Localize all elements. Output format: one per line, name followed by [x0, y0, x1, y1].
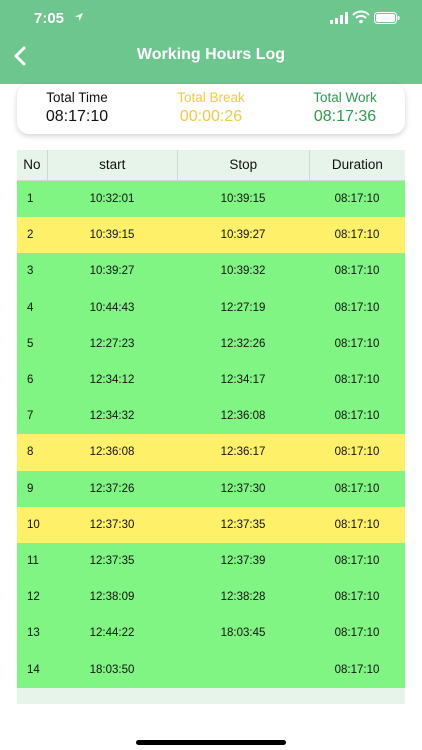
wifi-icon — [352, 10, 370, 24]
row-number: 4 — [27, 301, 34, 314]
row-number: 10 — [27, 518, 40, 531]
app-header: 7:05 Working Hours Log — [0, 0, 422, 84]
row-stop: 12:38:28 — [220, 591, 266, 604]
row-stop: 12:37:39 — [220, 554, 266, 567]
status-time: 7:05 — [34, 10, 65, 27]
row-start: 10:39:15 — [89, 229, 135, 242]
total-time-value: 08:17:10 — [45, 108, 109, 125]
row-start: 12:34:12 — [89, 374, 135, 387]
row-stop: 12:34:17 — [220, 374, 266, 387]
row-number: 13 — [27, 627, 40, 640]
row-number: 5 — [27, 337, 34, 350]
table-row[interactable]: 4 10:44:43 12:27:19 08:17:10 — [17, 289, 405, 326]
row-stop: 12:36:17 — [220, 446, 266, 459]
table-row[interactable]: 14 18:03:50 08:17:10 — [17, 651, 405, 688]
table-row[interactable]: 13 12:44:22 18:03:45 08:17:10 — [17, 615, 405, 652]
row-stop: 18:03:45 — [220, 627, 266, 640]
table-row[interactable]: 10 12:37:30 12:37:35 08:17:10 — [17, 506, 405, 543]
row-start: 12:37:35 — [89, 554, 135, 567]
home-indicator[interactable] — [136, 740, 286, 745]
total-break: Total Break 00:00:26 — [151, 90, 271, 126]
total-work-label: Total Work — [313, 90, 377, 105]
row-duration: 08:17:10 — [334, 518, 380, 531]
row-duration: 08:17:10 — [334, 663, 380, 676]
header-start: start — [48, 150, 178, 180]
table-row[interactable]: 11 12:37:35 12:37:39 08:17:10 — [17, 542, 405, 580]
total-break-label: Total Break — [177, 90, 245, 105]
location-arrow-icon — [75, 13, 83, 21]
table-body: 1 10:32:01 10:39:15 08:17:10 2 10:39:15 10:39:… — [17, 181, 405, 688]
total-work-value: 08:17:36 — [313, 108, 377, 125]
total-work: Total Work 08:17:36 — [285, 90, 405, 126]
row-start: 12:44:22 — [89, 627, 135, 640]
row-start: 10:44:43 — [89, 301, 135, 314]
row-stop: 12:32:26 — [220, 337, 266, 350]
row-start: 18:03:50 — [89, 663, 135, 676]
row-start: 12:34:32 — [89, 410, 135, 423]
table-row[interactable]: 2 10:39:15 10:39:27 08:17:10 — [17, 217, 405, 254]
row-duration: 08:17:10 — [334, 410, 380, 423]
table-footer — [17, 687, 405, 704]
row-start: 12:37:26 — [89, 482, 135, 495]
row-stop: 12:37:35 — [220, 518, 266, 531]
row-start: 12:36:08 — [89, 446, 135, 459]
row-duration: 08:17:10 — [334, 337, 380, 350]
row-duration: 08:17:10 — [334, 554, 380, 567]
row-stop: 12:27:19 — [220, 301, 266, 314]
table-row[interactable]: 1 10:32:01 10:39:15 08:17:10 — [17, 181, 405, 218]
log-table: No start Stop Duration 1 10:32:01 10:39:15… — [17, 150, 405, 704]
row-number: 3 — [27, 265, 34, 278]
row-duration: 08:17:10 — [334, 482, 380, 495]
total-time: Total Time 08:17:10 — [17, 90, 137, 126]
row-duration: 08:17:10 — [334, 229, 380, 242]
table-row[interactable]: 12 12:38:09 12:38:28 08:17:10 — [17, 579, 405, 616]
table-header: No start Stop Duration — [17, 150, 405, 181]
row-duration: 08:17:10 — [334, 374, 380, 387]
row-stop: 10:39:15 — [220, 193, 266, 206]
row-duration: 08:17:10 — [334, 446, 380, 459]
row-number: 11 — [27, 554, 39, 567]
table-row[interactable]: 3 10:39:27 10:39:32 08:17:10 — [17, 253, 405, 290]
header-stop: Stop — [178, 150, 310, 180]
row-start: 12:37:30 — [89, 518, 135, 531]
page-title: Working Hours Log — [136, 46, 286, 63]
row-start: 10:39:27 — [89, 265, 135, 278]
summary-card: Total Time 08:17:10 Total Break 00:00:26… — [17, 84, 405, 134]
row-duration: 08:17:10 — [334, 627, 380, 640]
battery-icon — [374, 12, 400, 24]
row-number: 7 — [27, 410, 34, 423]
table-row[interactable]: 7 12:34:32 12:36:08 08:17:10 — [17, 398, 405, 435]
table-row[interactable]: 9 12:37:26 12:37:30 08:17:10 — [17, 470, 405, 507]
row-stop: 10:39:27 — [220, 229, 266, 242]
row-number: 8 — [27, 446, 34, 459]
table-row[interactable]: 8 12:36:08 12:36:17 08:17:10 — [17, 434, 405, 471]
total-time-label: Total Time — [46, 90, 108, 105]
row-number: 2 — [27, 229, 34, 242]
row-stop: 12:37:30 — [220, 482, 266, 495]
row-stop: 12:36:08 — [220, 410, 266, 423]
row-start: 12:27:23 — [89, 337, 135, 350]
row-number: 12 — [27, 591, 40, 604]
row-start: 10:32:01 — [89, 193, 135, 206]
total-break-value: 00:00:26 — [179, 108, 243, 125]
status-bar: 7:05 — [0, 0, 422, 38]
cellular-signal-icon — [330, 12, 348, 24]
row-number: 9 — [27, 482, 34, 495]
row-duration: 08:17:10 — [334, 265, 380, 278]
row-number: 6 — [27, 374, 34, 387]
row-duration: 08:17:10 — [334, 301, 380, 314]
header-no: No — [17, 150, 48, 180]
row-start: 12:38:09 — [89, 591, 135, 604]
row-stop: 10:39:32 — [220, 265, 266, 278]
row-number: 14 — [27, 663, 40, 676]
table-row[interactable]: 5 12:27:23 12:32:26 08:17:10 — [17, 325, 405, 362]
row-number: 1 — [27, 193, 34, 206]
header-duration: Duration — [331, 157, 383, 172]
row-duration: 08:17:10 — [334, 591, 380, 604]
table-row[interactable]: 6 12:34:12 12:34:17 08:17:10 — [17, 361, 405, 399]
row-duration: 08:17:10 — [334, 193, 380, 206]
